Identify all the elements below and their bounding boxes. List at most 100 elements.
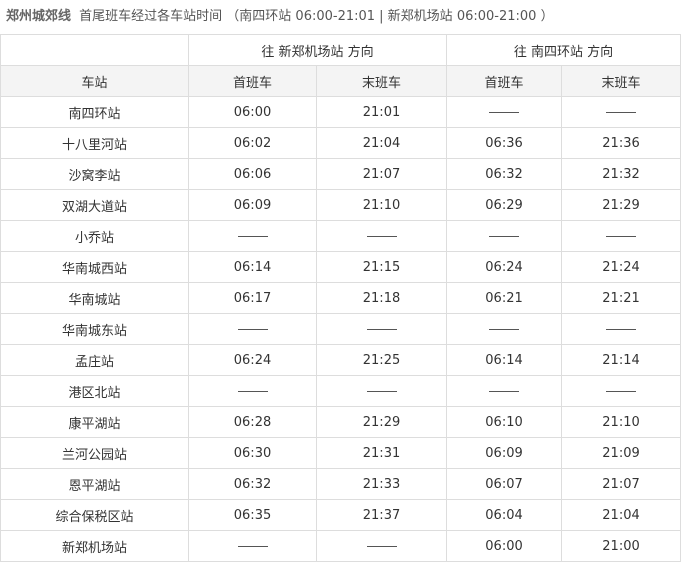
no-service-mark: —— bbox=[489, 111, 520, 113]
caption-description: 首尾班车经过各车站时间 （南四环站 06:00-21:01 | 新郑机场站 06… bbox=[79, 9, 554, 24]
dir1-first-train-cell: 06:35 bbox=[188, 499, 317, 531]
table-row: 华南城东站 —— —— —— —— bbox=[0, 313, 681, 345]
direction-header-row: 往 新郑机场站 方向 往 南四环站 方向 bbox=[0, 34, 681, 66]
dir2-last-train-cell-text: 21:36 bbox=[602, 135, 640, 151]
dir2-last-train-cell: 21:00 bbox=[561, 530, 681, 562]
no-service-mark: —— bbox=[606, 328, 637, 330]
dir1-last-train-cell-text: 21:15 bbox=[362, 259, 401, 275]
table-row: 双湖大道站 06:09 21:10 06:29 21:29 bbox=[0, 189, 681, 221]
table-row: 沙窝李站 06:06 21:07 06:32 21:32 bbox=[0, 158, 681, 190]
dir1-last-train-cell: 21:25 bbox=[315, 344, 448, 376]
dir1-last-train-cell: 21:31 bbox=[315, 437, 448, 469]
dir1-first-train-cell-text: 06:17 bbox=[233, 290, 272, 306]
dir1-first-train-cell: 06:30 bbox=[188, 437, 317, 469]
no-service-mark: —— bbox=[606, 235, 637, 237]
station-cell: 华南城东站 bbox=[0, 313, 189, 345]
direction-header-2: 往 南四环站 方向 bbox=[446, 34, 681, 66]
dir2-first-train-cell-text: 06:04 bbox=[485, 507, 523, 523]
dir2-first-train-cell-text: 06:32 bbox=[485, 166, 523, 182]
station-cell-text: 华南城站 bbox=[68, 292, 121, 308]
table-row: 恩平湖站 06:32 21:33 06:07 21:07 bbox=[0, 468, 681, 500]
column-header-dir2-first: 首班车 bbox=[446, 65, 563, 97]
table-row: 孟庄站 06:24 21:25 06:14 21:14 bbox=[0, 344, 681, 376]
dir1-last-train-cell: 21:04 bbox=[315, 127, 448, 159]
dir2-first-train-cell: 06:29 bbox=[446, 189, 563, 221]
dir1-last-train-cell: —— bbox=[315, 375, 448, 407]
dir2-last-train-cell: 21:10 bbox=[561, 406, 681, 438]
dir1-last-train-cell: —— bbox=[315, 530, 448, 562]
no-service-mark: —— bbox=[237, 545, 268, 547]
dir2-last-train-cell: —— bbox=[561, 96, 681, 128]
station-cell-text: 小乔站 bbox=[74, 230, 114, 246]
station-cell: 新郑机场站 bbox=[0, 530, 189, 562]
dir1-first-train-cell: 06:24 bbox=[188, 344, 317, 376]
station-cell-text: 综合保税区站 bbox=[55, 509, 134, 525]
dir1-first-train-cell: 06:14 bbox=[188, 251, 317, 283]
no-service-mark: —— bbox=[237, 390, 268, 392]
station-cell: 十八里河站 bbox=[0, 127, 189, 159]
dir1-last-train-cell-text: 21:01 bbox=[362, 104, 401, 120]
dir1-first-train-cell-text: 06:24 bbox=[233, 352, 272, 368]
station-cell: 华南城西站 bbox=[0, 251, 189, 283]
dir1-last-train-cell: —— bbox=[315, 313, 448, 345]
dir2-last-train-cell-text: 21:24 bbox=[602, 259, 640, 275]
station-cell-text: 华南城西站 bbox=[61, 261, 127, 277]
dir2-last-train-cell-text: 21:07 bbox=[602, 476, 640, 492]
station-cell-text: 十八里河站 bbox=[61, 137, 127, 153]
header-blank-cell bbox=[0, 34, 189, 66]
dir1-first-train-cell: —— bbox=[188, 313, 317, 345]
dir1-first-train-cell: 06:06 bbox=[188, 158, 317, 190]
dir1-last-train-cell-text: 21:04 bbox=[362, 135, 401, 151]
dir2-first-train-cell: 06:21 bbox=[446, 282, 563, 314]
station-cell-text: 恩平湖站 bbox=[68, 478, 121, 494]
dir2-last-train-cell-text: 21:00 bbox=[602, 538, 640, 554]
dir2-last-train-cell: —— bbox=[561, 375, 681, 407]
dir1-last-train-cell-text: 21:18 bbox=[362, 290, 401, 306]
no-service-mark: —— bbox=[489, 235, 520, 237]
dir1-last-train-cell: 21:18 bbox=[315, 282, 448, 314]
station-cell: 沙窝李站 bbox=[0, 158, 189, 190]
no-service-mark: —— bbox=[237, 235, 268, 237]
dir1-first-train-cell: 06:00 bbox=[188, 96, 317, 128]
dir2-last-train-cell: 21:07 bbox=[561, 468, 681, 500]
column-header-dir1-last: 末班车 bbox=[315, 65, 448, 97]
dir1-last-train-cell: 21:33 bbox=[315, 468, 448, 500]
dir1-first-train-cell: 06:02 bbox=[188, 127, 317, 159]
station-cell: 康平湖站 bbox=[0, 406, 189, 438]
no-service-mark: —— bbox=[606, 390, 637, 392]
dir2-last-train-cell: —— bbox=[561, 313, 681, 345]
dir2-first-train-cell-text: 06:36 bbox=[485, 135, 523, 151]
dir2-first-train-cell-text: 06:07 bbox=[485, 476, 523, 492]
dir2-first-train-cell: —— bbox=[446, 313, 563, 345]
dir2-last-train-cell: 21:29 bbox=[561, 189, 681, 221]
dir2-last-train-cell: 21:04 bbox=[561, 499, 681, 531]
station-cell-text: 港区北站 bbox=[68, 385, 121, 401]
dir1-last-train-cell: 21:15 bbox=[315, 251, 448, 283]
timetable: 往 新郑机场站 方向 往 南四环站 方向 车站 首班车 末班车 首班车 末班车 … bbox=[0, 34, 681, 562]
station-cell: 恩平湖站 bbox=[0, 468, 189, 500]
table-row: 新郑机场站 —— —— 06:00 21:00 bbox=[0, 530, 681, 562]
dir2-last-train-cell-text: 21:10 bbox=[602, 414, 640, 430]
dir2-first-train-cell: —— bbox=[446, 375, 563, 407]
dir2-first-train-cell: 06:07 bbox=[446, 468, 563, 500]
dir1-first-train-cell-text: 06:30 bbox=[233, 445, 272, 461]
dir2-first-train-cell: 06:09 bbox=[446, 437, 563, 469]
dir1-last-train-cell: —— bbox=[315, 220, 448, 252]
table-row: 十八里河站 06:02 21:04 06:36 21:36 bbox=[0, 127, 681, 159]
column-header-row: 车站 首班车 末班车 首班车 末班车 bbox=[0, 65, 681, 97]
dir1-first-train-cell: 06:28 bbox=[188, 406, 317, 438]
station-cell-text: 沙窝李站 bbox=[68, 168, 121, 184]
dir2-first-train-cell: 06:00 bbox=[446, 530, 563, 562]
dir1-last-train-cell-text: 21:25 bbox=[362, 352, 401, 368]
dir2-first-train-cell-text: 06:09 bbox=[485, 445, 523, 461]
dir2-first-train-cell-text: 06:10 bbox=[485, 414, 523, 430]
station-cell-text: 孟庄站 bbox=[74, 354, 114, 370]
no-service-mark: —— bbox=[366, 390, 397, 392]
no-service-mark: —— bbox=[606, 111, 637, 113]
station-cell: 双湖大道站 bbox=[0, 189, 189, 221]
dir2-first-train-cell-text: 06:21 bbox=[485, 290, 523, 306]
dir1-first-train-cell-text: 06:14 bbox=[233, 259, 272, 275]
station-cell: 南四环站 bbox=[0, 96, 189, 128]
dir2-last-train-cell-text: 21:09 bbox=[602, 445, 640, 461]
dir1-first-train-cell-text: 06:06 bbox=[233, 166, 272, 182]
